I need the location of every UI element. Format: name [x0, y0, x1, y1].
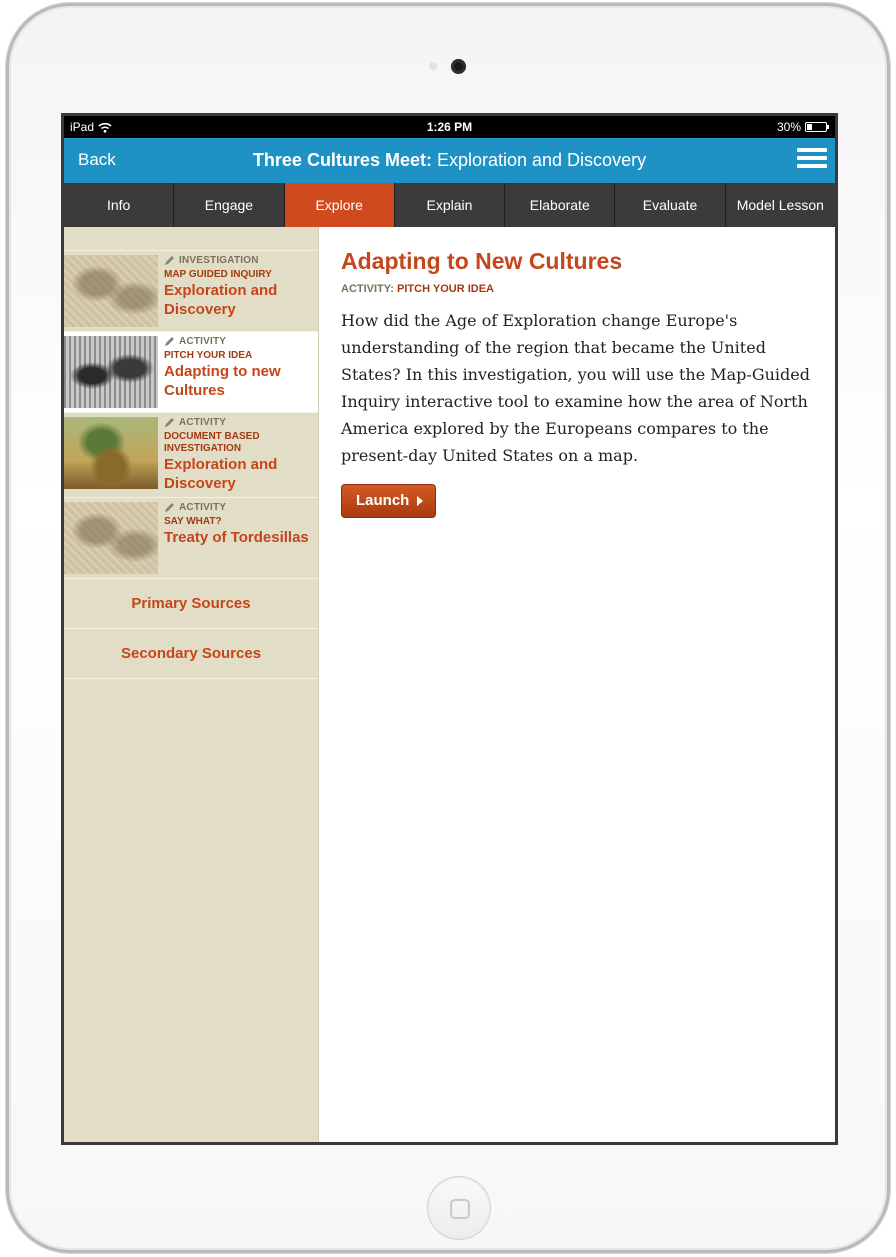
pencil-icon	[164, 255, 175, 266]
tab-bar: Info Engage Explore Explain Elaborate Evaluat…	[64, 183, 835, 227]
launch-label: Launch	[356, 492, 410, 509]
thumbnail-image	[64, 336, 158, 408]
sensor-dot	[429, 62, 437, 70]
item-kind: INVESTIGATION	[164, 255, 314, 266]
battery-icon	[805, 122, 829, 132]
hamburger-menu-icon[interactable]	[797, 148, 827, 170]
sidebar-item[interactable]: ACTIVITY DOCUMENT BASED INVESTIGATION Expl…	[64, 413, 318, 498]
thumbnail-image	[64, 255, 158, 327]
pencil-icon	[164, 502, 175, 513]
battery-percent: 30%	[776, 120, 801, 134]
front-camera	[451, 59, 466, 74]
title-bold: Three Cultures Meet:	[252, 150, 432, 170]
tab-info[interactable]: Info	[64, 183, 175, 227]
launch-button[interactable]: Launch	[341, 484, 437, 518]
tab-elaborate[interactable]: Elaborate	[505, 183, 616, 227]
sidebar-item[interactable]: ACTIVITY SAY WHAT? Treaty of Tordesillas	[64, 498, 318, 579]
sidebar-link-secondary-sources[interactable]: Secondary Sources	[64, 629, 318, 679]
main-content: Adapting to New Cultures ACTIVITY: PITCH…	[319, 227, 835, 1142]
pencil-icon	[164, 417, 175, 428]
sidebar-item[interactable]: INVESTIGATION MAP GUIDED INQUIRY Explorati…	[64, 251, 318, 332]
activity-description: How did the Age of Exploration change Eu…	[341, 311, 810, 465]
thumbnail-image	[64, 502, 158, 574]
title-rest: Exploration and Discovery	[431, 150, 647, 170]
status-bar: iPad 1:26 PM 30%	[64, 116, 835, 138]
play-arrow-icon	[417, 495, 424, 506]
item-subtype: SAY WHAT?	[164, 516, 222, 527]
tab-explore[interactable]: Explore	[284, 183, 395, 227]
item-title: Exploration and Discovery	[164, 282, 278, 318]
tab-model-lesson[interactable]: Model Lesson	[726, 183, 835, 227]
thumbnail-image	[64, 417, 158, 489]
activity-type: ACTIVITY: PITCH YOUR IDEA	[341, 283, 494, 295]
sidebar-item[interactable]: ACTIVITY PITCH YOUR IDEA Adapting to new C…	[64, 332, 318, 413]
item-title: Exploration and Discovery	[164, 456, 278, 492]
sidebar: INVESTIGATION MAP GUIDED INQUIRY Explorati…	[64, 227, 319, 1142]
clock: 1:26 PM	[426, 120, 473, 134]
tab-engage[interactable]: Engage	[174, 183, 285, 227]
sidebar-top-spacer	[64, 227, 318, 251]
tab-explain[interactable]: Explain	[395, 183, 506, 227]
screen: iPad 1:26 PM 30% Back Three Cultures Mee…	[61, 113, 838, 1145]
item-title: Treaty of Tordesillas	[164, 529, 309, 546]
item-kind: ACTIVITY	[164, 336, 314, 347]
page-title: Three Cultures Meet: Exploration and Dis…	[64, 150, 835, 171]
item-kind: ACTIVITY	[164, 417, 314, 428]
sidebar-link-primary-sources[interactable]: Primary Sources	[64, 579, 318, 629]
item-kind: ACTIVITY	[164, 502, 314, 513]
home-button[interactable]	[427, 1176, 491, 1240]
item-title: Adapting to new Cultures	[164, 363, 281, 399]
activity-heading: Adapting to New Cultures	[341, 248, 623, 274]
title-bar: Back Three Cultures Meet: Exploration an…	[64, 138, 835, 183]
item-subtype: MAP GUIDED INQUIRY	[164, 269, 272, 280]
item-subtype: DOCUMENT BASED INVESTIGATION	[164, 431, 260, 454]
tab-evaluate[interactable]: Evaluate	[615, 183, 726, 227]
home-square-icon	[450, 1199, 470, 1219]
pencil-icon	[164, 336, 175, 347]
item-subtype: PITCH YOUR IDEA	[164, 350, 253, 361]
